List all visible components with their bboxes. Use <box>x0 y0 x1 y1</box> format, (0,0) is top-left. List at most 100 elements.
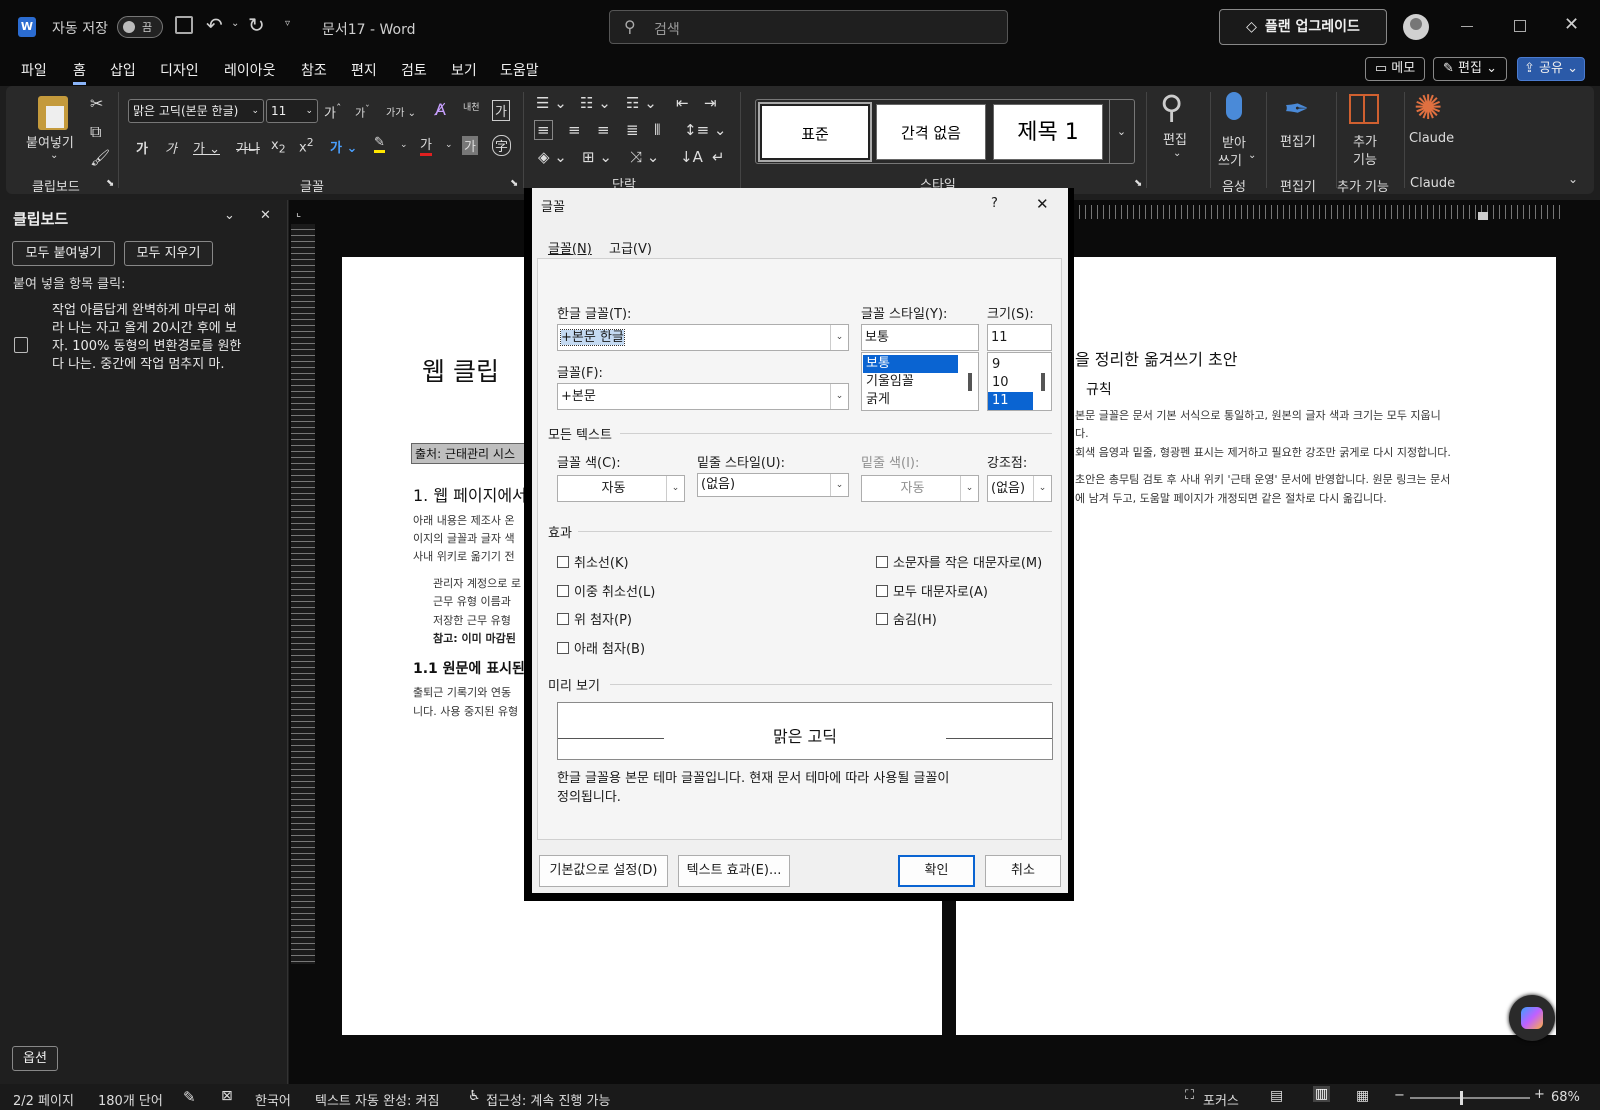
char-border-icon[interactable]: 가 <box>492 100 510 121</box>
list-item[interactable]: 11 <box>988 392 1033 410</box>
tab-design[interactable]: 디자인 <box>160 60 199 80</box>
zoom-slider-thumb[interactable] <box>1460 1091 1463 1105</box>
undo-dropdown-icon[interactable]: ⌄ <box>231 18 239 29</box>
tab-stop-selector[interactable]: ⌞ <box>296 206 310 220</box>
word-count[interactable]: 180개 단어 <box>98 1090 163 1109</box>
tab-layout[interactable]: 레이아웃 <box>224 60 276 80</box>
hidden-checkbox[interactable]: 숨김(H) <box>876 609 937 628</box>
add-ins-label[interactable]: 추가 <box>1353 131 1377 150</box>
line-spacing-icon[interactable]: ↕≡ ⌄ <box>684 121 726 139</box>
maximize-icon[interactable] <box>1514 20 1526 32</box>
search-box[interactable]: ⚲ 검색 <box>609 10 1008 44</box>
clipboard-item[interactable]: 작업 아름답게 완벽하게 마무리 해라 나는 자고 올게 20시간 후에 보자.… <box>52 302 242 374</box>
chevron-down-icon[interactable]: ⌄ <box>1033 476 1051 501</box>
align-left-icon[interactable]: ≡ <box>534 120 553 140</box>
dialog-launcher-icon[interactable]: ⬊ <box>106 178 114 189</box>
options-button[interactable]: 옵션 <box>12 1046 58 1071</box>
minimize-icon[interactable] <box>1461 26 1473 27</box>
claude-icon[interactable]: ✺ <box>1414 88 1443 128</box>
change-case-icon[interactable]: 가가 ⌄ <box>386 104 416 119</box>
memo-button[interactable]: ▭ 메모 <box>1365 57 1425 81</box>
text-direction-icon[interactable]: ⤨ ⌄ <box>630 148 659 166</box>
small-caps-checkbox[interactable]: 소문자를 작은 대문자로(M) <box>876 552 1042 571</box>
tab-view[interactable]: 보기 <box>451 60 477 80</box>
read-mode-icon[interactable]: ▤ <box>1270 1088 1283 1104</box>
focus-mode[interactable]: 포커스 <box>1203 1090 1239 1109</box>
ruler-indent-marker[interactable] <box>1478 212 1488 220</box>
paste-icon[interactable] <box>38 96 68 130</box>
editor-label[interactable]: 편집기 <box>1280 131 1316 150</box>
dictate-label-2[interactable]: 쓰기 <box>1218 150 1242 169</box>
scrollbar-thumb[interactable] <box>968 373 972 391</box>
undo-icon[interactable]: ↶ <box>206 13 223 37</box>
help-icon[interactable]: ? <box>991 196 998 211</box>
tab-review[interactable]: 검토 <box>401 60 427 80</box>
redo-icon[interactable]: ↻ <box>248 13 265 37</box>
zoom-level[interactable]: 68% <box>1551 1090 1580 1105</box>
italic-icon[interactable]: 가 <box>165 138 177 157</box>
vertical-ruler[interactable] <box>291 224 315 964</box>
customize-qat-icon[interactable]: ▿ <box>285 18 290 29</box>
font-name-combo[interactable]: 맑은 고딕(본문 한글) ⌄ <box>128 99 264 123</box>
clear-format-icon[interactable]: A̸ <box>435 100 446 119</box>
bullets-icon[interactable]: ☰ ⌄ <box>536 94 567 112</box>
editing-label[interactable]: 편집 <box>1163 129 1187 148</box>
size-list[interactable]: 9 10 11 <box>987 352 1052 411</box>
borders-icon[interactable]: ⊞ ⌄ <box>582 148 612 166</box>
account-avatar[interactable] <box>1403 14 1429 40</box>
strikethrough-checkbox[interactable]: 취소선(K) <box>557 552 629 571</box>
superscript-icon[interactable]: x2 <box>299 136 314 155</box>
find-icon[interactable]: ⚲ <box>1160 88 1183 126</box>
double-strikethrough-checkbox[interactable]: 이중 취소선(L) <box>557 581 655 600</box>
distributed-icon[interactable]: ⦀ <box>654 121 661 139</box>
page-count[interactable]: 2/2 페이지 <box>13 1090 74 1109</box>
autosave-toggle[interactable]: 끔 <box>117 16 163 38</box>
subscript-checkbox[interactable]: 아래 첨자(B) <box>557 638 645 657</box>
share-button[interactable]: ⇪ 공유 ⌄ <box>1517 57 1585 81</box>
chevron-down-icon[interactable]: ⌄ <box>830 384 848 409</box>
shrink-font-icon[interactable]: 가ˇ <box>355 104 370 121</box>
bold-icon[interactable]: 가 <box>136 138 148 157</box>
list-item[interactable]: 9 <box>988 356 1051 374</box>
scrollbar-thumb[interactable] <box>1041 373 1045 391</box>
zoom-in-icon[interactable]: + <box>1534 1087 1545 1102</box>
chevron-down-icon[interactable]: ⌄ <box>830 325 848 350</box>
styles-more-button[interactable]: ⌄ <box>1109 99 1133 164</box>
cancel-button[interactable]: 취소 <box>985 855 1061 887</box>
clear-all-button[interactable]: 모두 지우기 <box>124 241 213 266</box>
tab-advanced[interactable]: 고급(V) <box>609 238 652 257</box>
edit-mode-button[interactable]: ✎ 편집 ⌄ <box>1433 57 1507 81</box>
align-center-icon[interactable]: ≡ <box>568 121 581 139</box>
save-icon[interactable] <box>175 16 193 34</box>
superscript-checkbox[interactable]: 위 첨자(P) <box>557 609 632 628</box>
font-combo[interactable]: +본문 ⌄ <box>557 383 849 410</box>
track-changes-icon[interactable]: ⊠ <box>221 1088 233 1104</box>
grow-font-icon[interactable]: 가ˆ <box>324 102 341 121</box>
claude-label[interactable]: Claude <box>1409 131 1454 146</box>
format-painter-icon[interactable]: 🖌 <box>90 148 110 167</box>
font-style-input[interactable]: 보통 <box>861 324 979 351</box>
ok-button[interactable]: 확인 <box>898 855 975 887</box>
style-heading-1[interactable]: 제목 1 <box>993 104 1103 160</box>
text-effects-button[interactable]: 텍스트 효과(E)... <box>678 855 790 887</box>
microphone-icon[interactable] <box>1226 92 1242 120</box>
zoom-out-icon[interactable]: − <box>1394 1088 1405 1103</box>
style-normal[interactable]: 표준 <box>758 102 872 162</box>
paste-all-button[interactable]: 모두 붙여넣기 <box>12 241 115 266</box>
horizontal-ruler[interactable] <box>1073 205 1563 219</box>
copilot-icon[interactable] <box>1509 995 1555 1041</box>
phonetic-guide-icon[interactable]: 내천 <box>463 100 480 113</box>
add-ins-icon[interactable] <box>1349 94 1379 124</box>
increase-indent-icon[interactable]: ⇥ <box>704 94 717 112</box>
pane-options-icon[interactable]: ⌄ <box>224 208 235 223</box>
align-right-icon[interactable]: ≡ <box>597 121 610 139</box>
sort-icon[interactable]: ↓A <box>680 148 703 166</box>
tab-insert[interactable]: 삽입 <box>110 60 136 80</box>
subscript-icon[interactable]: x2 <box>271 138 286 156</box>
tab-help[interactable]: 도움말 <box>500 60 539 80</box>
font-dialog-launcher-icon[interactable]: ⬊ <box>510 178 518 189</box>
editing-dropdown-icon[interactable]: ⌄ <box>1173 148 1181 159</box>
style-no-spacing[interactable]: 간격 없음 <box>876 104 986 160</box>
tab-mailings[interactable]: 편지 <box>351 60 377 80</box>
close-dialog-icon[interactable]: ✕ <box>1036 195 1049 213</box>
